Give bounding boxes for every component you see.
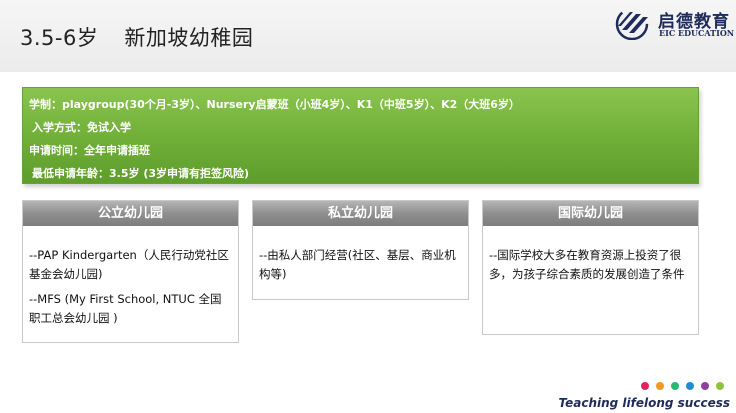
- eic-logo-icon: [615, 7, 649, 40]
- card-public-title: 公立幼儿园: [23, 201, 238, 226]
- card-public-kindergarten: 公立幼儿园 --PAP Kindergarten（人民行动党社区基金会幼儿园) …: [22, 200, 239, 343]
- info-line-entry: 入学方式：免试入学: [32, 121, 131, 134]
- card-public-item-pap: --PAP Kindergarten（人民行动党社区基金会幼儿园): [29, 248, 229, 281]
- brand-dot: [701, 382, 709, 390]
- card-international-body: --国际学校大多在教育资源上投资了很多，为孩子综合素质的发展创造了条件: [483, 226, 698, 290]
- title-subject: 新加坡幼稚园: [124, 26, 254, 50]
- brand-dot: [641, 382, 649, 390]
- title-age: 3.5-6岁: [20, 26, 99, 50]
- card-private-kindergarten: 私立幼儿园 --由私人部门经营(社区、基层、商业机构等): [252, 200, 469, 300]
- card-private-title: 私立幼儿园: [253, 201, 468, 226]
- logo-name-en: EIC EDUCATION: [659, 28, 735, 38]
- info-line-system: 学制：playgroup(30个月-3岁）、Nursery启蒙班（小班4岁）、K…: [29, 98, 520, 111]
- card-private-body: --由私人部门经营(社区、基层、商业机构等): [253, 226, 468, 290]
- card-international-title: 国际幼儿园: [483, 201, 698, 226]
- page-title: 3.5-6岁 新加坡幼稚园: [20, 22, 253, 52]
- brand-dot: [671, 382, 679, 390]
- eic-logo: 启德教育 EIC EDUCATION: [614, 6, 734, 40]
- brand-dot: [656, 382, 664, 390]
- info-line-apply-time: 申请时间：全年申请插班: [29, 144, 150, 157]
- card-public-item-mfs: --MFS (My First School, NTUC 全国职工总会幼儿园 ): [29, 292, 222, 325]
- brand-dot: [686, 382, 694, 390]
- info-line-min-age: 最低申请年龄：3.5岁 (3岁申请有拒签风险): [32, 167, 250, 180]
- admission-info-box: 学制：playgroup(30个月-3岁）、Nursery启蒙班（小班4岁）、K…: [22, 87, 699, 184]
- card-international-item: --国际学校大多在教育资源上投资了很多，为孩子综合素质的发展创造了条件: [489, 248, 685, 281]
- card-international-kindergarten: 国际幼儿园 --国际学校大多在教育资源上投资了很多，为孩子综合素质的发展创造了条…: [482, 200, 699, 335]
- card-private-item: --由私人部门经营(社区、基层、商业机构等): [259, 248, 456, 281]
- tagline: Teaching lifelong success: [558, 396, 730, 410]
- brand-dot: [716, 382, 724, 390]
- card-public-body: --PAP Kindergarten（人民行动党社区基金会幼儿园) --MFS …: [23, 226, 238, 334]
